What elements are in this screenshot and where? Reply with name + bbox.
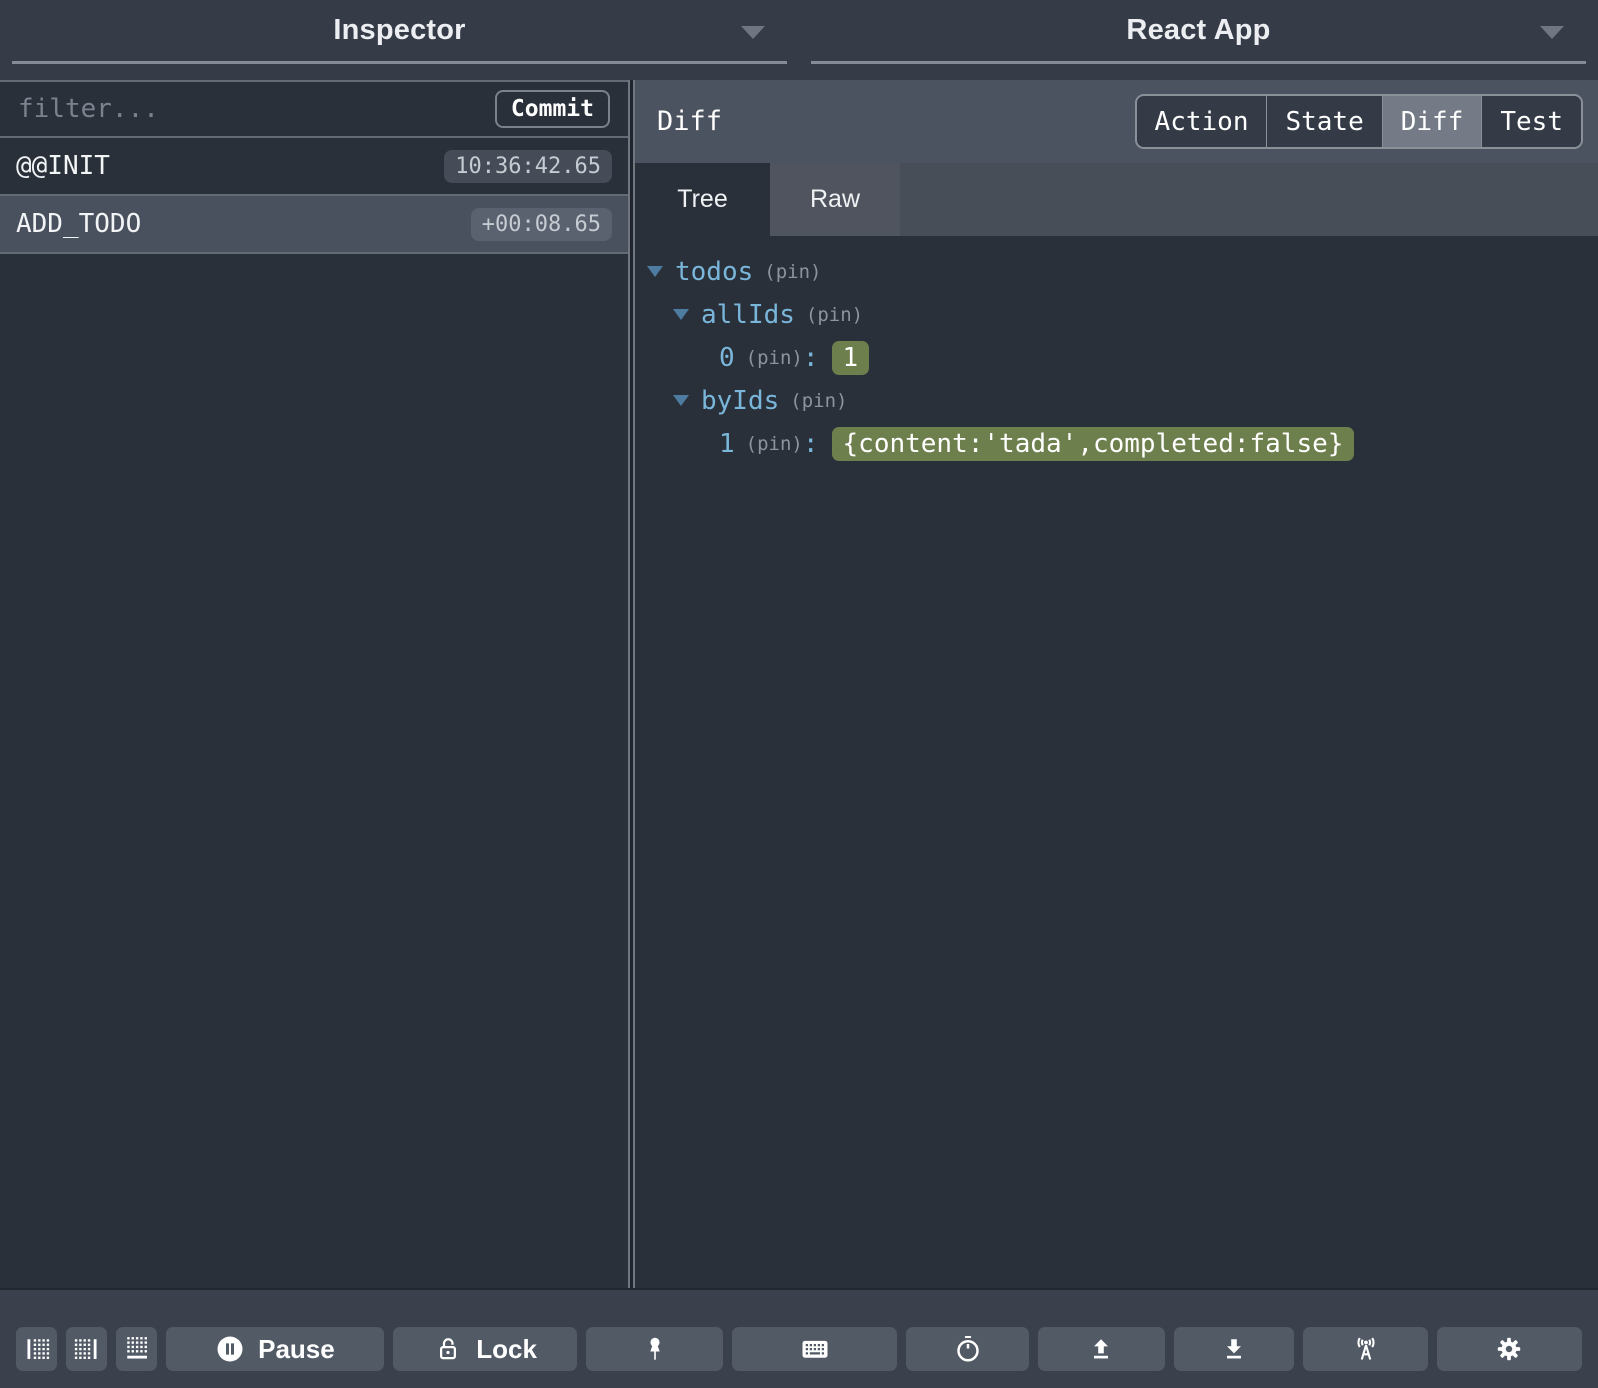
persist-pin-button[interactable]	[586, 1327, 724, 1371]
dock-left-icon	[26, 1339, 49, 1359]
tree-key: todos	[675, 256, 754, 287]
pin-link[interactable]: (pin)	[790, 390, 847, 412]
pin-link[interactable]: (pin)	[806, 304, 863, 326]
dock-left-button[interactable]	[16, 1327, 57, 1371]
subtab-tree[interactable]: Tree	[635, 163, 770, 236]
inspector-tab-group: Action State Diff Test	[1134, 94, 1583, 149]
collapse-arrow-icon[interactable]	[647, 266, 663, 277]
tree-node-allids[interactable]: allIds (pin)	[635, 293, 1598, 336]
panel-title: Diff	[657, 106, 723, 137]
action-timestamp: +00:08.65	[470, 207, 612, 241]
lock-button[interactable]: Lock	[392, 1327, 578, 1371]
tree-node-byids[interactable]: byIds (pin)	[635, 379, 1598, 422]
diff-added-value: {content:'tada',completed:false}	[831, 426, 1355, 461]
filter-input[interactable]	[18, 94, 495, 124]
bottom-toolbar: Pause Lock	[0, 1288, 1598, 1388]
instance-select[interactable]: React App	[811, 0, 1586, 64]
subtab-strip: Tree Raw	[635, 163, 1598, 236]
dock-right-button[interactable]	[66, 1327, 107, 1371]
pause-button[interactable]: Pause	[166, 1327, 384, 1371]
diff-added-value: 1	[831, 340, 870, 375]
pin-link[interactable]: (pin)	[746, 347, 803, 369]
inspector-select[interactable]: Inspector	[12, 0, 787, 64]
tab-test[interactable]: Test	[1481, 96, 1581, 147]
chevron-down-icon	[741, 26, 765, 39]
stopwatch-icon	[956, 1336, 979, 1362]
colon-separator: :	[802, 428, 819, 459]
pushpin-icon	[650, 1337, 660, 1360]
tree-key: byIds	[701, 385, 780, 416]
main-split: Commit @@INIT 10:36:42.65 ADD_TODO +00:0…	[0, 80, 1598, 1288]
tree-node-todos[interactable]: todos (pin)	[635, 250, 1598, 293]
broadcast-antenna-icon	[1357, 1337, 1375, 1360]
tree-key: 1	[719, 428, 735, 459]
slider-time-travel-button[interactable]	[905, 1327, 1030, 1371]
dock-right-icon	[74, 1339, 97, 1359]
lock-label: Lock	[476, 1333, 537, 1364]
dock-bottom-button[interactable]	[116, 1327, 157, 1371]
diff-tree: todos (pin) allIds (pin) 0 (pin) : 1 byI…	[635, 236, 1598, 1288]
action-name: ADD_TODO	[16, 209, 142, 239]
action-row-init[interactable]: @@INIT 10:36:42.65	[0, 138, 628, 196]
action-timestamp: 10:36:42.65	[444, 149, 612, 183]
top-header: Inspector React App	[0, 0, 1598, 80]
app-instance-title: React App	[1126, 14, 1271, 46]
tab-state[interactable]: State	[1266, 96, 1382, 147]
pause-label: Pause	[258, 1333, 335, 1364]
tree-leaf-0: 0 (pin) : 1	[635, 336, 1598, 379]
tree-leaf-1: 1 (pin) : {content:'tada',completed:fals…	[635, 422, 1598, 465]
keyboard-icon	[802, 1340, 828, 1358]
export-button[interactable]	[1038, 1327, 1165, 1371]
action-name: @@INIT	[16, 151, 110, 181]
chevron-down-icon	[1540, 26, 1564, 39]
tree-key: 0	[719, 342, 735, 373]
collapse-arrow-icon[interactable]	[673, 395, 689, 406]
download-icon	[1227, 1339, 1242, 1359]
filter-row: Commit	[0, 82, 628, 138]
import-button[interactable]	[1173, 1327, 1295, 1371]
pin-link[interactable]: (pin)	[764, 261, 821, 283]
settings-button[interactable]	[1436, 1327, 1582, 1371]
tree-key: allIds	[701, 299, 795, 330]
action-log-panel: Commit @@INIT 10:36:42.65 ADD_TODO +00:0…	[0, 80, 628, 1288]
upload-icon	[1094, 1339, 1109, 1359]
remote-connection-button[interactable]	[1303, 1327, 1428, 1371]
panel-resize-handle[interactable]	[628, 80, 635, 1288]
tab-diff[interactable]: Diff	[1381, 96, 1482, 147]
inspector-title: Inspector	[333, 14, 466, 46]
pause-icon	[217, 1336, 243, 1362]
diff-panel: Diff Action State Diff Test Tree Raw tod…	[635, 80, 1598, 1288]
tab-action[interactable]: Action	[1136, 96, 1267, 147]
gear-icon	[1498, 1337, 1521, 1361]
keyboard-shortcuts-button[interactable]	[732, 1327, 897, 1371]
pin-link[interactable]: (pin)	[746, 433, 803, 455]
commit-button[interactable]: Commit	[494, 90, 610, 128]
diff-header: Diff Action State Diff Test	[635, 80, 1598, 163]
action-row-add-todo[interactable]: ADD_TODO +00:08.65	[0, 196, 628, 254]
subtab-raw[interactable]: Raw	[770, 163, 900, 236]
dock-bottom-icon	[126, 1337, 147, 1359]
unlock-icon	[440, 1338, 457, 1360]
colon-separator: :	[802, 342, 819, 373]
collapse-arrow-icon[interactable]	[673, 309, 689, 320]
